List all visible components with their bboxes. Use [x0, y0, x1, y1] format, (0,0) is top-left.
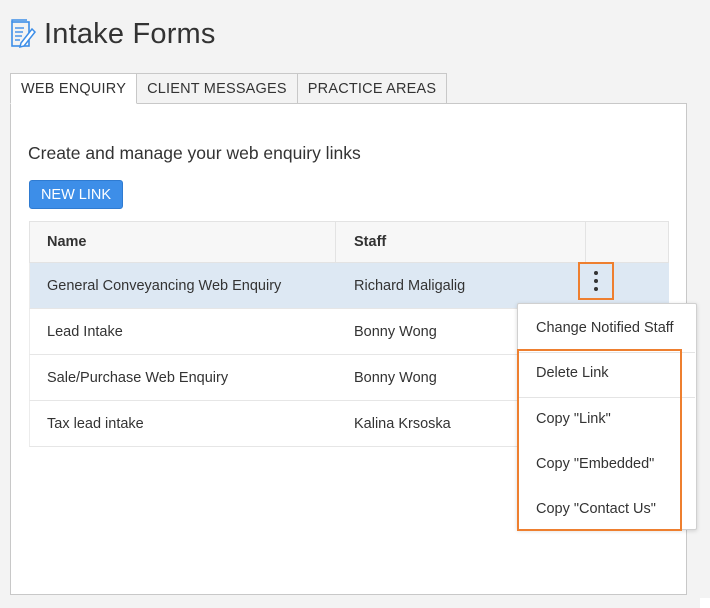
- tab-bar: WEB ENQUIRY CLIENT MESSAGES PRACTICE ARE…: [10, 73, 448, 104]
- menu-divider: [519, 397, 695, 398]
- new-link-button[interactable]: NEW LINK: [29, 180, 123, 209]
- column-header-staff[interactable]: Staff: [336, 222, 586, 262]
- form-edit-icon: [11, 19, 36, 49]
- row-actions-button[interactable]: [578, 262, 614, 300]
- table-header: Name Staff: [29, 221, 669, 263]
- page-title: Intake Forms: [44, 17, 216, 50]
- menu-item-change-notified-staff[interactable]: Change Notified Staff: [536, 320, 674, 336]
- column-header-actions: [586, 222, 668, 262]
- row-staff: Richard Maligalig: [354, 277, 466, 294]
- row-name: Sale/Purchase Web Enquiry: [47, 369, 229, 386]
- more-vertical-icon: [594, 271, 598, 291]
- tab-web-enquiry[interactable]: WEB ENQUIRY: [10, 73, 138, 104]
- column-header-name[interactable]: Name: [30, 222, 336, 262]
- window-corner: [700, 598, 710, 608]
- page-header: Intake Forms: [10, 14, 216, 54]
- row-name: Lead Intake: [47, 323, 123, 340]
- tab-practice-areas[interactable]: PRACTICE AREAS: [297, 73, 448, 104]
- tab-client-messages[interactable]: CLIENT MESSAGES: [137, 73, 298, 104]
- menu-divider: [519, 352, 695, 353]
- row-name: General Conveyancing Web Enquiry: [47, 277, 282, 294]
- menu-item-copy-embedded[interactable]: Copy "Embedded": [536, 456, 654, 472]
- row-context-menu: Change Notified Staff Delete Link Copy "…: [517, 303, 697, 530]
- menu-item-copy-contact-us[interactable]: Copy "Contact Us": [536, 501, 656, 517]
- menu-item-copy-link[interactable]: Copy "Link": [536, 411, 611, 427]
- menu-item-delete-link[interactable]: Delete Link: [536, 365, 609, 381]
- row-name: Tax lead intake: [47, 415, 144, 432]
- intro-text: Create and manage your web enquiry links: [28, 143, 361, 163]
